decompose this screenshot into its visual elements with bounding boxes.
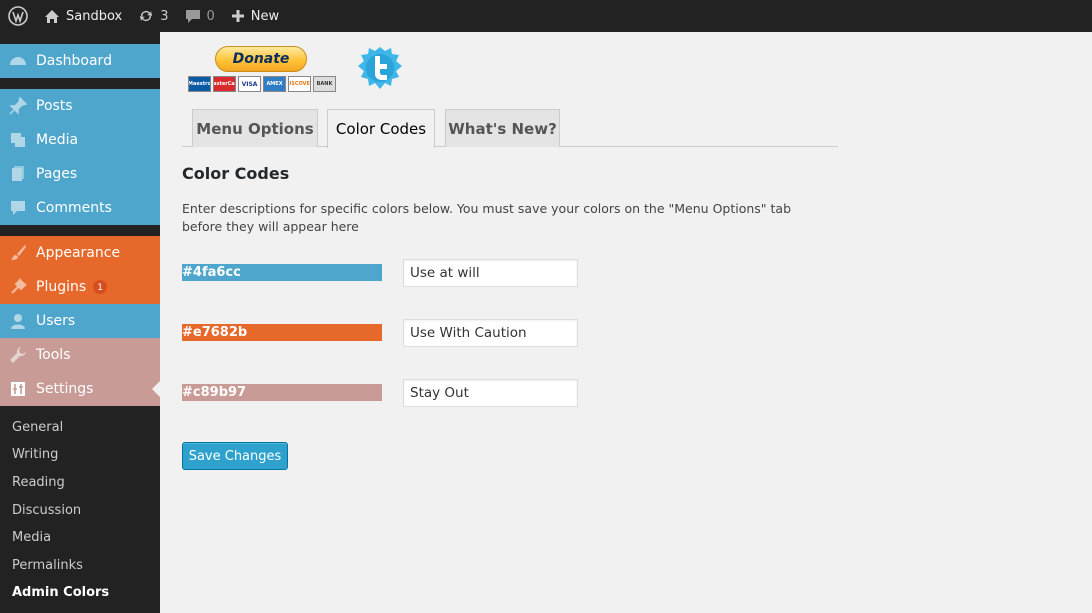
dashboard-icon	[0, 52, 36, 70]
submenu-item-general[interactable]: General	[12, 420, 63, 435]
wrench-icon	[0, 346, 36, 364]
twitter-bird-icon[interactable]	[356, 45, 404, 91]
plugins-update-badge: 1	[92, 279, 109, 295]
submenu-item-media[interactable]: Media	[12, 530, 51, 545]
updates-icon	[140, 10, 153, 21]
updates-link[interactable]: 3	[130, 0, 176, 32]
menu-label: Plugins	[36, 279, 87, 295]
menu-label: Appearance	[36, 245, 121, 261]
menu-item-plugins[interactable]: Plugins 1	[0, 270, 160, 304]
submenu-item-reading[interactable]: Reading	[12, 475, 65, 490]
media-icon	[0, 131, 36, 149]
new-content-link[interactable]: New	[223, 0, 287, 32]
tab-color-codes[interactable]: Color Codes	[327, 109, 435, 148]
color-row: #c89b97	[182, 379, 582, 407]
color-swatch: #4fa6cc	[182, 264, 382, 281]
section-description: Enter descriptions for specific colors b…	[182, 201, 792, 234]
menu-item-media[interactable]: Media	[0, 123, 160, 157]
color-description-input[interactable]	[403, 379, 578, 407]
menu-item-comments[interactable]: Comments	[0, 191, 160, 225]
submenu-item-permalinks[interactable]: Permalinks	[12, 558, 83, 573]
color-row: #4fa6cc	[182, 259, 582, 287]
updates-count: 3	[160, 8, 169, 24]
menu-item-pages[interactable]: Pages	[0, 157, 160, 191]
settings-icon	[0, 380, 36, 398]
card-bank: BANK	[313, 76, 336, 92]
comments-count: 0	[206, 8, 215, 24]
card-amex: AMEX	[263, 76, 286, 92]
card-visa: VISA	[238, 76, 261, 92]
site-name: Sandbox	[66, 8, 123, 24]
wordpress-logo-button[interactable]	[0, 0, 36, 32]
menu-label: Settings	[36, 381, 94, 397]
menu-label: Posts	[36, 98, 73, 114]
save-changes-button[interactable]: Save Changes	[182, 442, 288, 470]
admin-sidebar: Dashboard Posts Media Pages Comments App…	[0, 32, 160, 613]
site-name-link[interactable]: Sandbox	[36, 0, 130, 32]
pin-icon	[0, 97, 36, 115]
tab-bar: Menu Options Color Codes What's New?	[182, 109, 838, 148]
menu-item-posts[interactable]: Posts	[0, 89, 160, 123]
menu-item-tools[interactable]: Tools	[0, 338, 160, 372]
menu-label: Tools	[36, 347, 71, 363]
main-content: Donate Maestro MasterCard VISA AMEX DISC…	[160, 32, 1092, 613]
home-icon	[45, 9, 59, 23]
color-description-input[interactable]	[403, 319, 578, 347]
submenu-item-discussion[interactable]: Discussion	[12, 503, 81, 518]
menu-label: Comments	[36, 200, 112, 216]
new-label: New	[250, 8, 280, 24]
card-maestro: Maestro	[188, 76, 211, 92]
menu-item-dashboard[interactable]: Dashboard	[0, 44, 160, 78]
section-title: Color Codes	[182, 164, 290, 183]
submenu-item-writing[interactable]: Writing	[12, 447, 58, 462]
color-swatch: #e7682b	[182, 324, 382, 341]
current-menu-arrow	[152, 381, 160, 397]
pages-icon	[0, 165, 36, 183]
tab-menu-options[interactable]: Menu Options	[192, 109, 318, 147]
card-discover: DISCOVER	[288, 76, 311, 92]
comments-link[interactable]: 0	[177, 0, 223, 32]
menu-item-settings[interactable]: Settings	[0, 372, 160, 406]
color-row: #e7682b	[182, 319, 582, 347]
user-icon	[0, 312, 36, 330]
wordpress-logo-icon	[8, 6, 28, 26]
admin-bar: Sandbox 3 0 New	[0, 0, 1092, 32]
tab-whats-new[interactable]: What's New?	[445, 109, 560, 147]
menu-label: Pages	[36, 166, 78, 182]
payment-cards: Maestro MasterCard VISA AMEX DISCOVER BA…	[188, 76, 336, 92]
color-description-input[interactable]	[403, 259, 578, 287]
brush-icon	[0, 244, 36, 262]
submenu-item-admin-colors[interactable]: Admin Colors	[12, 585, 109, 600]
menu-item-appearance[interactable]: Appearance	[0, 236, 160, 270]
menu-item-users[interactable]: Users	[0, 304, 160, 338]
menu-label: Users	[36, 313, 76, 329]
comment-icon	[0, 199, 36, 217]
plus-icon	[231, 10, 244, 22]
plug-icon	[0, 278, 36, 296]
color-swatch: #c89b97	[182, 384, 382, 401]
menu-label: Dashboard	[36, 53, 112, 69]
menu-label: Media	[36, 132, 79, 148]
donate-button[interactable]: Donate	[215, 46, 307, 72]
comment-bubble-icon	[185, 9, 200, 23]
card-mastercard: MasterCard	[213, 76, 236, 92]
